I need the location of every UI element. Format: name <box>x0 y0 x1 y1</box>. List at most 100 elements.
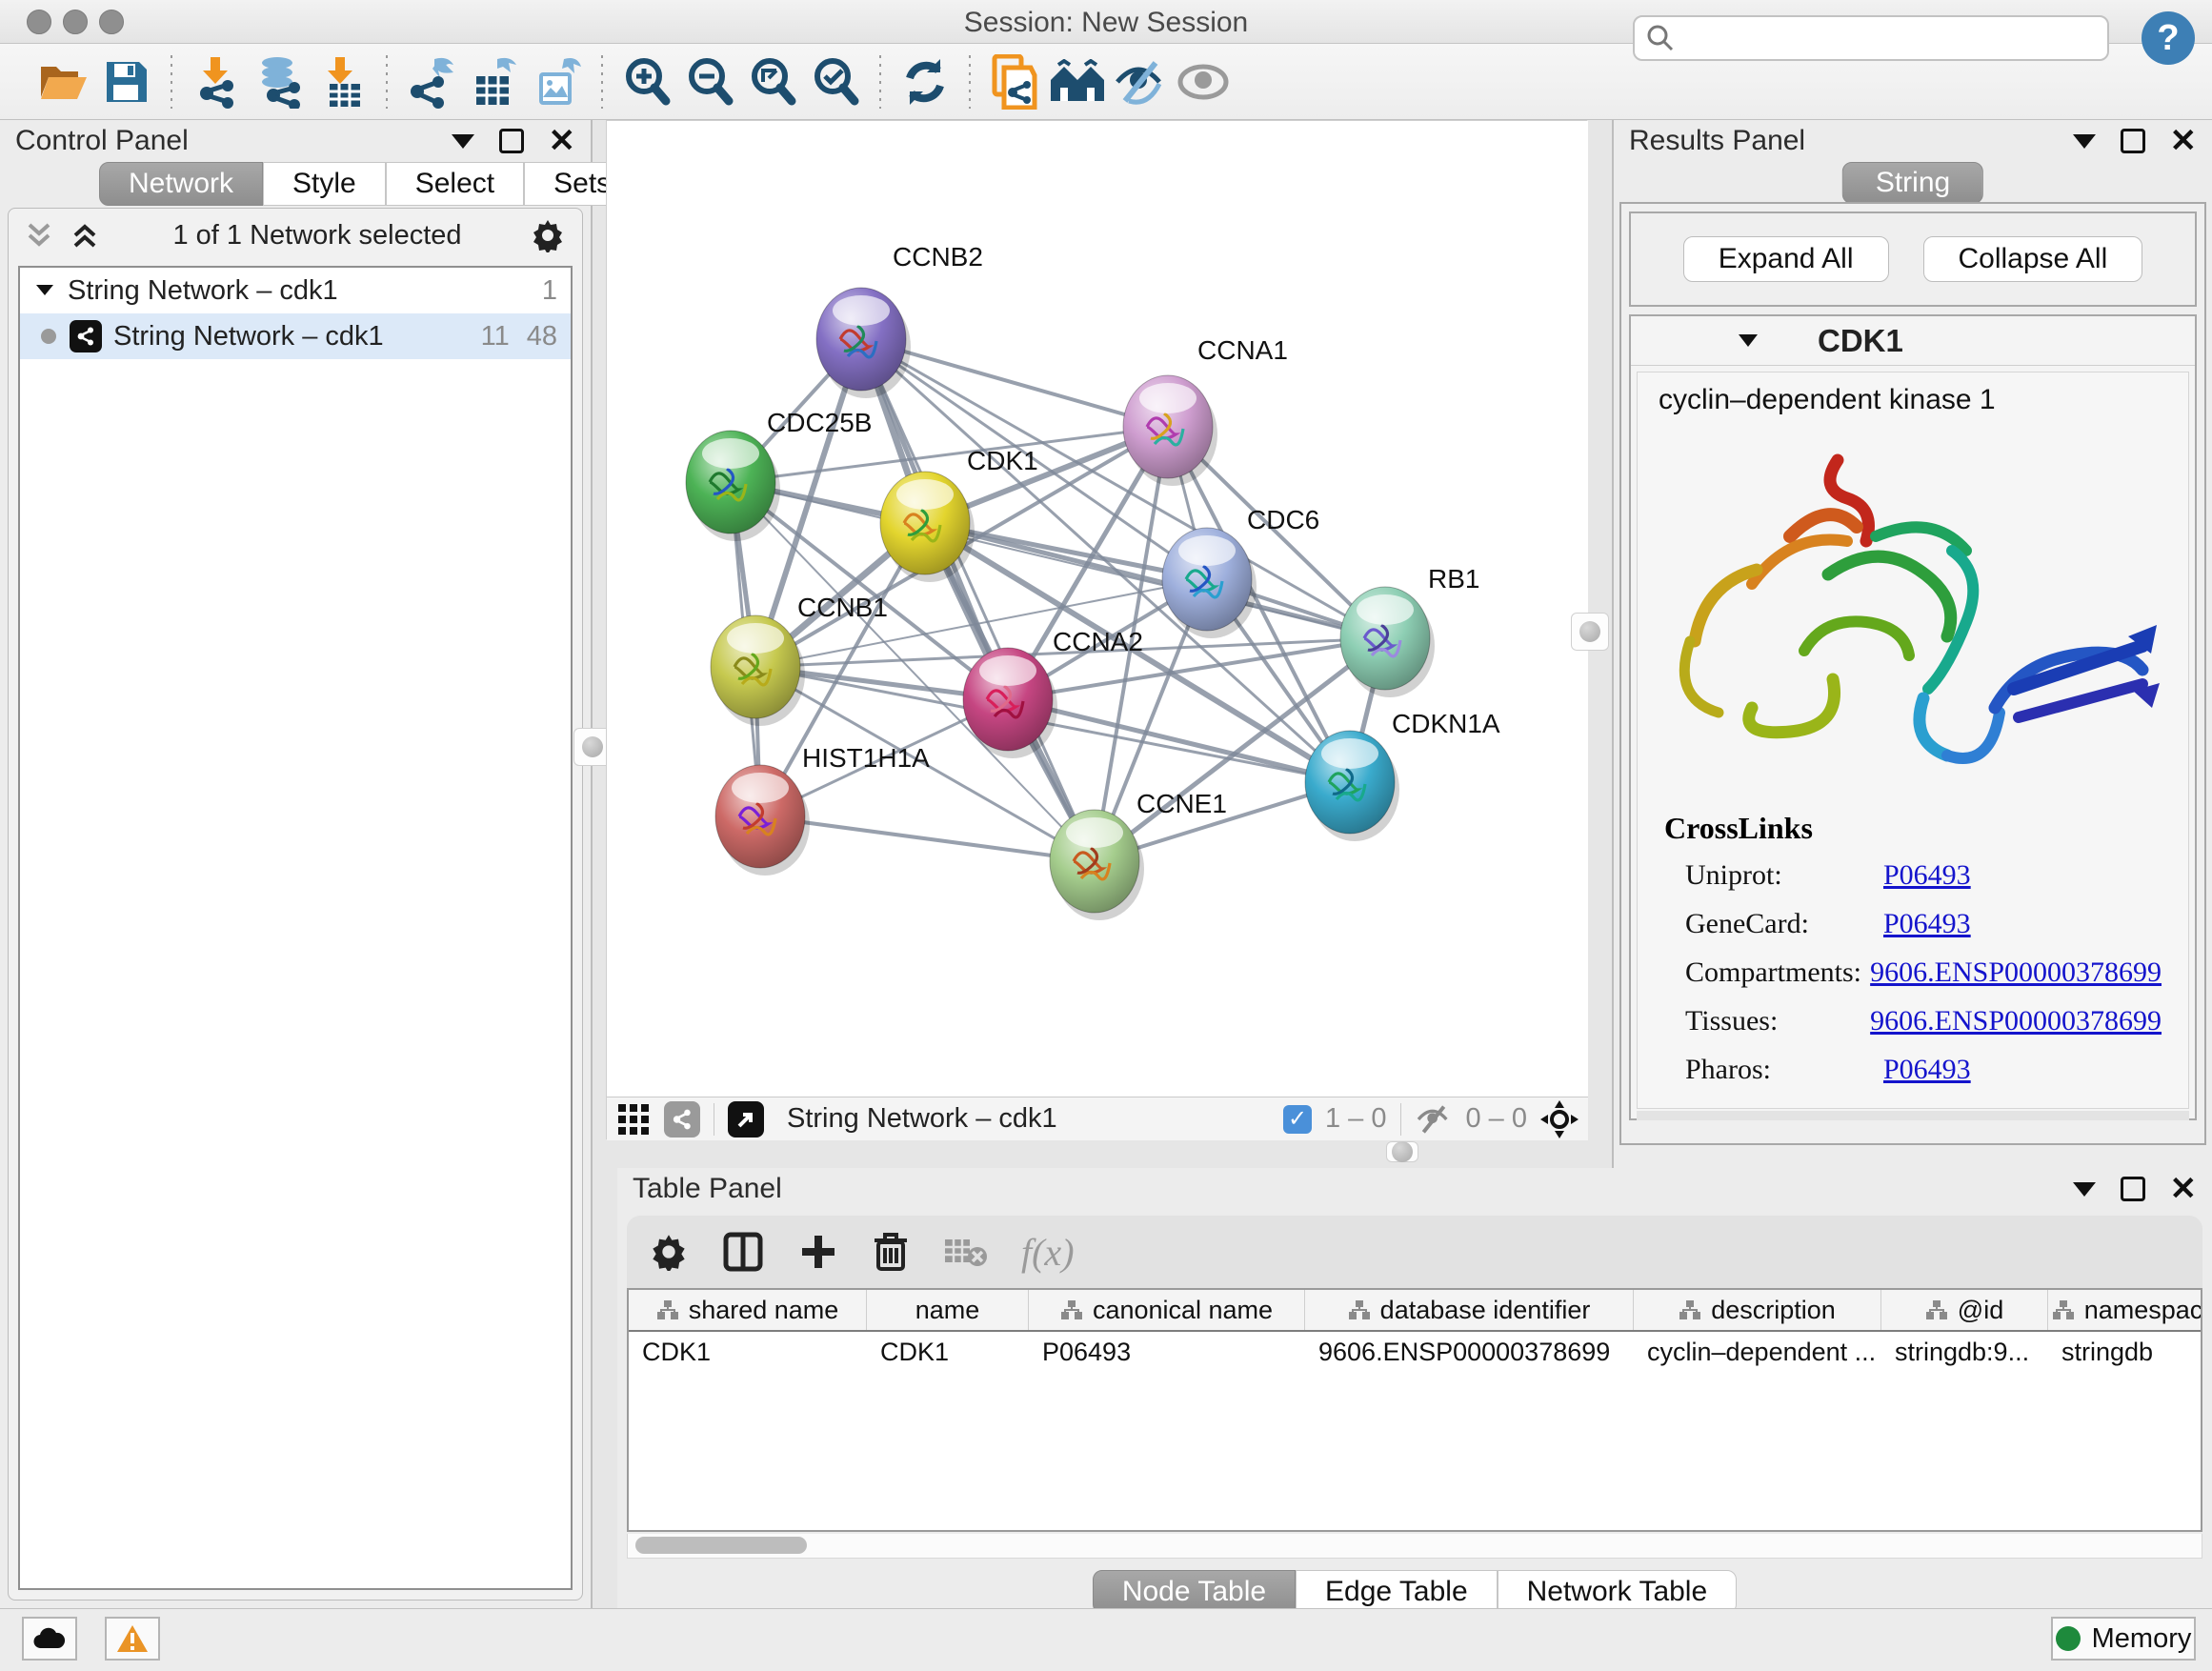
delete-table-icon[interactable] <box>943 1236 987 1268</box>
zoom-selected-icon[interactable] <box>804 51 867 112</box>
node-table[interactable]: shared namenamecanonical namedatabase id… <box>627 1288 2202 1532</box>
open-session-icon[interactable] <box>32 51 95 112</box>
zoom-in-icon[interactable] <box>615 51 678 112</box>
network-footer: String Network – cdk1 ✓ 1 – 0 0 – 0 <box>607 1097 1588 1140</box>
column-header-@id[interactable]: @id <box>1881 1290 2048 1330</box>
refresh-icon[interactable] <box>894 51 956 112</box>
node-CCNE1[interactable]: CCNE1 <box>1050 789 1227 920</box>
status-bar: Memory <box>0 1608 2212 1671</box>
float-panel-icon[interactable] <box>2073 1182 2096 1197</box>
expand-all-icon[interactable] <box>71 221 104 250</box>
gear-icon[interactable] <box>531 218 565 252</box>
cell-canonical-name[interactable]: P06493 <box>1029 1332 1305 1372</box>
import-table-icon[interactable] <box>311 51 373 112</box>
crosslink-link[interactable]: P06493 <box>1883 908 1971 940</box>
float-panel-icon[interactable] <box>2073 134 2096 149</box>
import-network-database-icon[interactable] <box>248 51 311 112</box>
column-header-shared-name[interactable]: shared name <box>629 1290 867 1330</box>
column-header-name[interactable]: name <box>867 1290 1029 1330</box>
undock-panel-icon[interactable] <box>2121 129 2145 153</box>
column-header-namespace[interactable]: namespace <box>2048 1290 2202 1330</box>
copy-share-icon[interactable] <box>983 51 1046 112</box>
table-options-gear-icon[interactable] <box>650 1233 688 1271</box>
node-label-CDK1: CDK1 <box>967 446 1038 475</box>
warnings-button[interactable] <box>105 1617 160 1661</box>
export-network-icon[interactable] <box>400 51 463 112</box>
search-box[interactable] <box>1633 15 2109 61</box>
node-CCNB1[interactable]: CCNB1 <box>711 593 888 726</box>
cloud-status-button[interactable] <box>22 1617 77 1661</box>
edge-HIST1H1A-CCNE1[interactable] <box>760 816 1095 861</box>
crosslink-row: Uniprot:P06493 <box>1664 859 2162 892</box>
undock-panel-icon[interactable] <box>499 129 524 153</box>
expand-all-button[interactable]: Expand All <box>1683 236 1889 282</box>
pan-crosshair-icon[interactable] <box>1540 1100 1579 1138</box>
workspace: Control Panel ✕ NetworkStyleSelectSets 1… <box>0 120 2212 1608</box>
close-panel-icon[interactable]: ✕ <box>2170 1173 2198 1205</box>
tab-string[interactable]: String <box>1842 162 1983 204</box>
collapse-all-icon[interactable] <box>26 221 58 250</box>
node-CDKN1A[interactable]: CDKN1A <box>1305 709 1500 841</box>
hide-selected-icon[interactable] <box>1109 51 1172 112</box>
hidden-eye-icon[interactable] <box>1415 1104 1453 1135</box>
function-builder-icon[interactable]: f(x) <box>1021 1230 1075 1275</box>
search-input[interactable] <box>1675 24 2096 53</box>
node-CCNB2[interactable]: CCNB2 <box>816 242 983 398</box>
first-neighbors-icon[interactable] <box>1046 51 1109 112</box>
edge-CCNB2-CCNE1[interactable] <box>861 339 1095 861</box>
selected-checkbox-icon[interactable]: ✓ <box>1283 1105 1312 1134</box>
cell-@id[interactable]: stringdb:9... <box>1881 1332 2048 1372</box>
node-RB1[interactable]: RB1 <box>1340 564 1479 697</box>
network-row[interactable]: String Network – cdk1 11 48 <box>20 313 571 359</box>
crosslink-link[interactable]: P06493 <box>1883 859 1971 892</box>
open-in-window-icon[interactable] <box>728 1101 764 1137</box>
crosslink-link[interactable]: 9606.ENSP00000378699 <box>1870 1005 2162 1037</box>
crosslink-link[interactable]: P06493 <box>1883 1054 1971 1086</box>
export-image-icon[interactable] <box>526 51 589 112</box>
collection-expander-icon[interactable] <box>33 281 56 300</box>
table-hscroll-thumb[interactable] <box>635 1537 807 1554</box>
export-table-icon[interactable] <box>463 51 526 112</box>
right-splitter-handle[interactable] <box>1571 613 1609 651</box>
node-CCNA1[interactable]: CCNA1 <box>1123 335 1288 486</box>
zoom-out-icon[interactable] <box>678 51 741 112</box>
string-badge-icon[interactable] <box>664 1101 700 1137</box>
table-hscrollbar[interactable] <box>627 1534 2202 1559</box>
table-row[interactable]: CDK1CDK1P064939606.ENSP00000378699cyclin… <box>629 1332 2201 1372</box>
cell-name[interactable]: CDK1 <box>867 1332 1029 1372</box>
tab-network[interactable]: Network <box>99 162 263 206</box>
crosslink-link[interactable]: 9606.ENSP00000378699 <box>1870 956 2162 989</box>
add-column-icon[interactable] <box>798 1232 838 1272</box>
tab-select[interactable]: Select <box>386 162 524 206</box>
show-columns-icon[interactable] <box>722 1231 764 1273</box>
cell-database-identifier[interactable]: 9606.ENSP00000378699 <box>1305 1332 1634 1372</box>
import-network-file-icon[interactable] <box>185 51 248 112</box>
cell-shared-name[interactable]: CDK1 <box>629 1332 867 1372</box>
memory-button[interactable]: Memory <box>2051 1617 2196 1661</box>
column-header-database-identifier[interactable]: database identifier <box>1305 1290 1634 1330</box>
close-panel-icon[interactable]: ✕ <box>549 125 576 157</box>
node-label-CCNB2: CCNB2 <box>893 242 983 272</box>
bottom-splitter-handle[interactable] <box>1386 1141 1418 1162</box>
collapse-all-button[interactable]: Collapse All <box>1923 236 2143 282</box>
results-scrollbar[interactable] <box>1637 1111 2189 1120</box>
delete-column-icon[interactable] <box>873 1231 909 1273</box>
network-canvas[interactable]: CCNB2CCNA1CDC25BCDK1CDC6RB1CCNB1CCNA2CDK… <box>607 121 1588 1097</box>
network-collection-row[interactable]: String Network – cdk1 1 <box>20 268 571 313</box>
cell-namespace[interactable]: stringdb <box>2048 1332 2202 1372</box>
control-panel-title: Control Panel <box>15 125 189 157</box>
node-HIST1H1A[interactable]: HIST1H1A <box>715 743 930 876</box>
collapse-protein-icon[interactable] <box>1736 331 1760 352</box>
column-header-description[interactable]: description <box>1634 1290 1881 1330</box>
cell-description[interactable]: cyclin–dependent ... <box>1634 1332 1881 1372</box>
help-button[interactable]: ? <box>2142 11 2195 65</box>
zoom-fit-icon[interactable] <box>741 51 804 112</box>
show-all-icon[interactable] <box>1172 51 1235 112</box>
column-header-canonical-name[interactable]: canonical name <box>1029 1290 1305 1330</box>
save-session-icon[interactable] <box>95 51 158 112</box>
close-panel-icon[interactable]: ✕ <box>2170 125 2198 157</box>
tab-style[interactable]: Style <box>263 162 386 206</box>
float-panel-icon[interactable] <box>452 134 474 149</box>
undock-panel-icon[interactable] <box>2121 1177 2145 1201</box>
grid-view-icon[interactable] <box>616 1102 651 1137</box>
